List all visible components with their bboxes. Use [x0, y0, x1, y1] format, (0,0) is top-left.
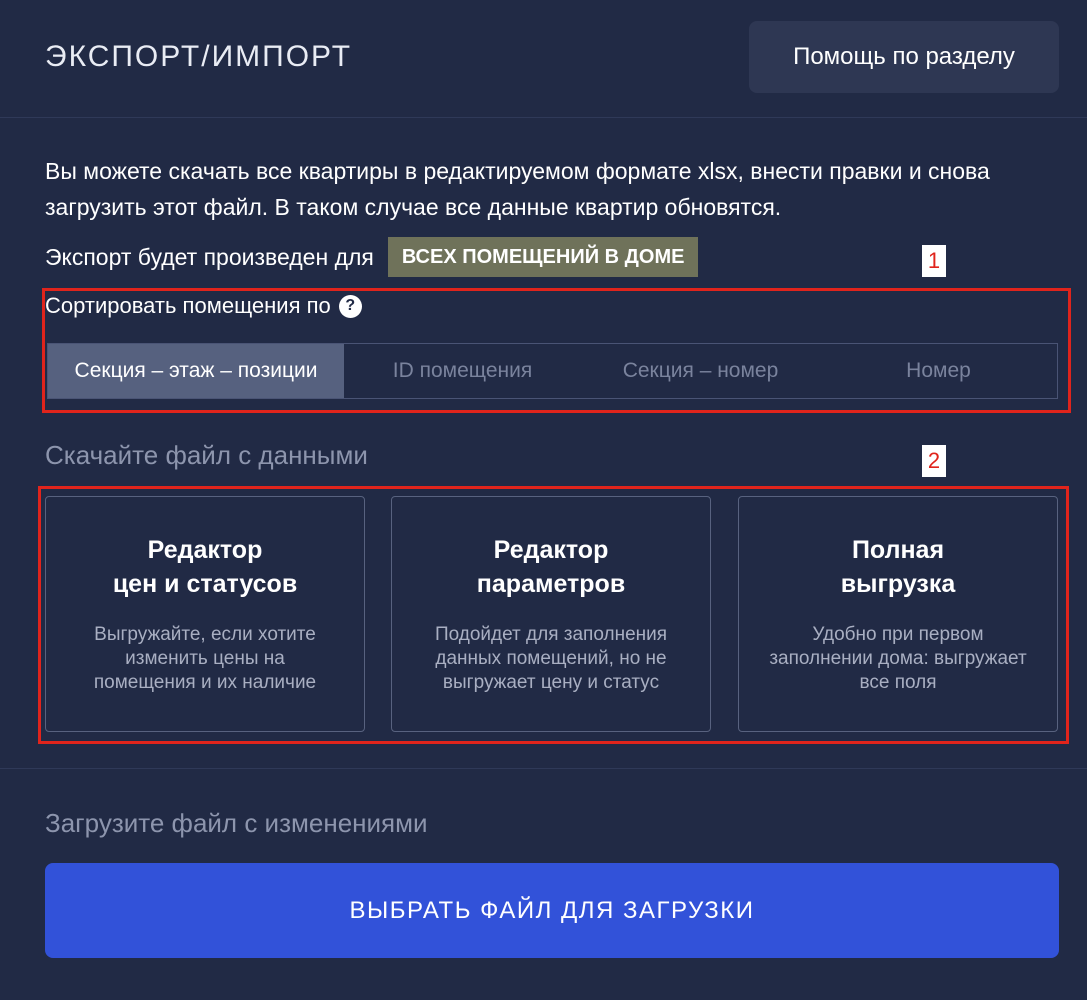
page-title: ЭКСПОРТ/ИМПОРТ [45, 40, 353, 73]
export-import-panel: ЭКСПОРТ/ИМПОРТ Помощь по разделу Вы може… [0, 0, 1087, 1000]
card-description: Выгружайте, если хотите изменить цены на… [93, 624, 317, 693]
card-title-line: параметров [476, 570, 626, 598]
export-scope-badge[interactable]: ВСЕХ ПОМЕЩЕНИЙ В ДОМЕ [387, 237, 699, 277]
upload-section-title: Загрузите файл с изменениями [45, 808, 428, 838]
annotation-marker-1: 1 [922, 245, 946, 277]
sort-segmented-control: Секция – этаж – позиции ID помещения Сек… [47, 343, 1058, 399]
card-title: Редактор цен и статусов [65, 533, 345, 601]
card-title: Редактор параметров [411, 533, 691, 601]
panel-header: ЭКСПОРТ/ИМПОРТ Помощь по разделу [0, 0, 1087, 118]
card-title-line: цен и статусов [112, 570, 298, 598]
card-title-line: выгрузка [840, 570, 956, 598]
annotation-marker-2: 2 [922, 445, 946, 477]
card-title: Полная выгрузка [758, 533, 1038, 601]
download-section-title: Скачайте файл с данными [45, 440, 368, 470]
card-description: Удобно при первом заполнении дома: выгру… [769, 624, 1027, 693]
card-title-line: Редактор [147, 536, 263, 564]
sort-label-row: Сортировать помещения по ? [45, 293, 362, 319]
section-divider [0, 768, 1087, 769]
sort-label: Сортировать помещения по [45, 293, 331, 318]
intro-text: Вы можете скачать все квартиры в редакти… [45, 158, 990, 220]
card-description: Подойдет для заполнения данных помещений… [434, 624, 668, 693]
card-parameters-editor[interactable]: Редактор параметров Подойдет для заполне… [391, 496, 711, 732]
sort-option-room-id[interactable]: ID помещения [344, 344, 581, 398]
sort-option-number[interactable]: Номер [820, 344, 1057, 398]
card-title-line: Редактор [493, 536, 609, 564]
choose-file-upload-button[interactable]: ВЫБРАТЬ ФАЙЛ ДЛЯ ЗАГРУЗКИ [45, 863, 1059, 958]
sort-option-section-number[interactable]: Секция – номер [581, 344, 820, 398]
export-scope-line: Экспорт будет произведен для ВСЕХ ПОМЕЩЕ… [45, 237, 699, 277]
export-scope-label: Экспорт будет произведен для [45, 243, 374, 270]
section-help-button[interactable]: Помощь по разделу [749, 21, 1059, 93]
sort-option-section-floor-position[interactable]: Секция – этаж – позиции [48, 344, 344, 398]
card-title-line: Полная [851, 536, 945, 564]
card-full-export[interactable]: Полная выгрузка Удобно при первом заполн… [738, 496, 1058, 732]
question-icon[interactable]: ? [338, 294, 362, 318]
card-price-status-editor[interactable]: Редактор цен и статусов Выгружайте, если… [45, 496, 365, 732]
